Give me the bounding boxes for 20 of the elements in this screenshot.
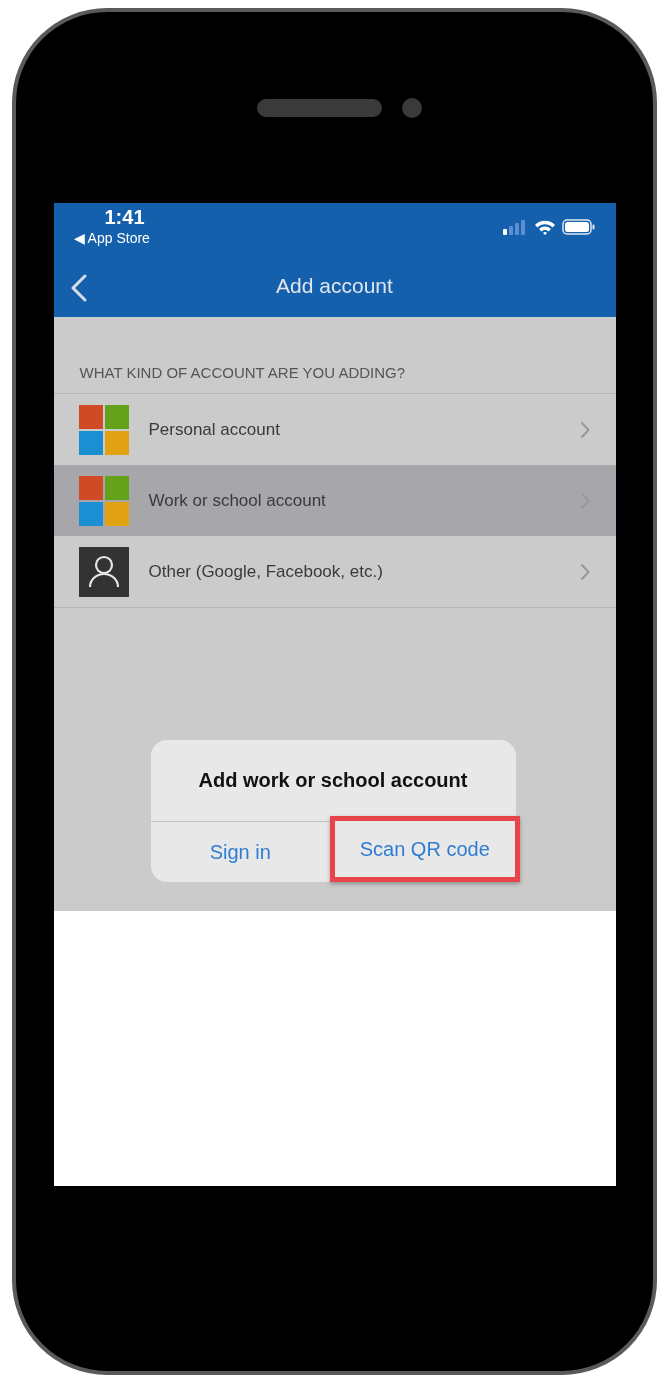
camera-dot [402, 97, 422, 118]
row-label: Personal account [148, 419, 281, 440]
wifi-icon [533, 219, 556, 235]
battery-icon [561, 219, 596, 235]
dialog-action-button[interactable]: Sign in [150, 822, 330, 882]
person-icon [78, 546, 129, 597]
windows-logo-icon [78, 404, 129, 455]
nav-title: Add account [276, 274, 393, 298]
row-label: Work or school account [148, 490, 327, 511]
back-chevron-icon[interactable] [69, 274, 88, 302]
windows-logo-icon [78, 475, 129, 526]
chevron-right-icon [579, 562, 590, 581]
signal-icon [501, 219, 528, 235]
status-time: 1:41 [104, 205, 146, 229]
row-label: Other (Google, Facebook, etc.) [148, 561, 384, 582]
account-type-row[interactable]: Work or school account [53, 465, 616, 536]
dialog-action-button[interactable]: Scan QR code [330, 816, 520, 882]
back-to-app-link[interactable]: ◀ App Store [73, 229, 150, 247]
chevron-right-icon [579, 420, 590, 439]
section-header: WHAT KIND OF ACCOUNT ARE YOU ADDING? [78, 363, 407, 383]
